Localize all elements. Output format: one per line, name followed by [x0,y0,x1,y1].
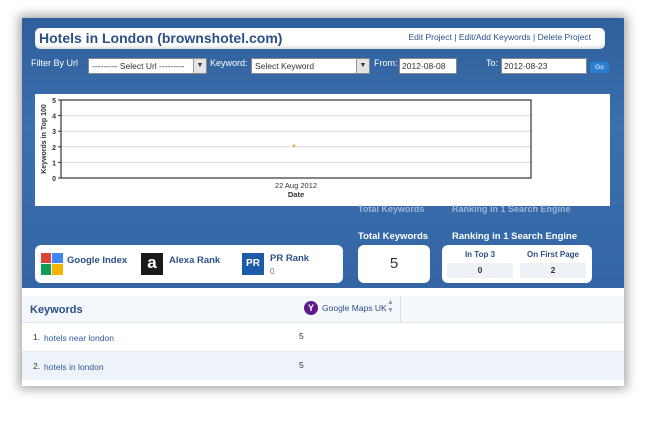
pr-rank-value: 0 [270,267,275,276]
edit-keywords-link[interactable]: Edit/Add Keywords [459,32,531,42]
filter-url-label: Filter By Url [31,58,78,68]
y-tick-label: 2 [52,145,56,152]
keywords-table-header: Keywords Y Google Maps UK ▲ ▼ [22,296,624,323]
delete-project-link[interactable]: Delete Project [538,32,591,42]
page-title: Hotels in London (brownshotel.com) [39,30,283,46]
data-point: * [292,143,296,152]
keywords-header: Keywords [30,304,83,316]
pr-rank-label: PR Rank [270,253,310,264]
x-axis-label: Date [288,190,304,199]
keyword-select-value: Select Keyword [255,61,315,71]
total-keywords-value: 5 [389,255,399,272]
go-button[interactable]: Go [590,62,609,73]
keyword-label: Keyword: [210,58,248,68]
rank-value: 5 [299,360,304,370]
separator: | [530,32,538,42]
first-page-value: 2 [520,263,586,278]
ghost-total-label: Total Keywords [358,204,425,214]
alexa-rank-label: Alexa Rank [169,255,221,266]
row-number: 2. [33,361,41,371]
plot-border [60,99,532,179]
y-tick-label: 0 [52,176,56,183]
chevron-down-icon: ▼ [356,59,369,73]
project-actions: Edit Project | Edit/Add Keywords | Delet… [408,32,591,42]
google-icon [41,253,63,275]
from-label: From: [374,58,398,68]
plot-area: 0 1 2 3 4 5 22 Aug 2012 * Date Keywords in Top 10… [41,98,532,199]
header-panel: Hotels in London (brownshotel.com) Edit … [22,18,624,288]
y-tick-label: 3 [52,129,56,136]
google-index-label: Google Index [67,255,128,266]
chevron-down-icon: ▼ [193,59,206,73]
top3-value: 0 [447,263,513,278]
ranking-box: In Top 3 0 On First Page 2 [442,245,592,283]
total-keywords-label: Total Keywords [358,231,429,242]
table-row: 1. hotels near london 5 [22,323,624,352]
edit-project-link[interactable]: Edit Project [408,32,451,42]
app-window: Hotels in London (brownshotel.com) Edit … [22,18,624,386]
url-select-value: --------- Select Url --------- [92,61,185,71]
index-panel: Google Index a Alexa Rank PR PR Rank 0 [35,245,343,283]
ranking-chart: 0 1 2 3 4 5 22 Aug 2012 * Date Keywords in Top 10… [35,94,610,206]
project-title-bar: Hotels in London (brownshotel.com) Edit … [35,28,605,49]
keyword-link[interactable]: hotels near london [44,333,114,343]
y-tick-label: 5 [52,98,56,105]
ranking-label: Ranking in 1 Search Engine [452,231,578,242]
keyword-select[interactable]: Select Keyword ▼ [251,58,370,74]
total-keywords-box: 5 [358,245,430,283]
alexa-icon: a [141,253,163,275]
to-label: To: [486,58,499,68]
url-select[interactable]: --------- Select Url --------- ▼ [88,58,207,74]
to-date-input[interactable]: 2012-08-23 [501,58,587,74]
chart-svg: 0 1 2 3 4 5 22 Aug 2012 * Date Keywords in Top 10… [41,98,532,199]
yahoo-icon: Y [304,301,318,315]
y-tick-label: 4 [52,114,56,121]
ghost-ranking-label: Ranking in 1 Search Engine [452,204,571,214]
first-page-label: On First Page [526,250,579,259]
column-divider [400,296,401,322]
from-date-input[interactable]: 2012-08-08 [399,58,457,74]
x-tick-label: 22 Aug 2012 [275,181,317,190]
row-number: 1. [33,332,41,342]
pr-icon: PR [242,253,264,275]
top3-label: In Top 3 [464,250,496,259]
separator: | [451,32,459,42]
rank-value: 5 [299,331,304,341]
engine-column-header[interactable]: Google Maps UK [322,303,387,313]
table-row: 2. hotels in london 5 [22,352,624,380]
y-tick-label: 1 [52,160,56,167]
y-axis-label: Keywords in Top 100 [41,104,48,174]
keyword-link[interactable]: hotels in london [44,362,104,372]
sort-icon[interactable]: ▲ ▼ [387,299,394,315]
